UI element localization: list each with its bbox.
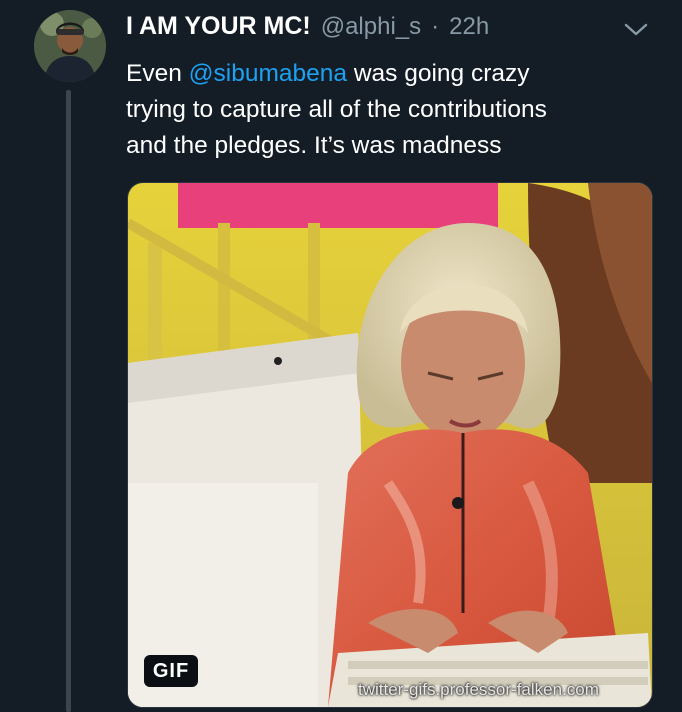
gif-badge: GIF — [144, 655, 198, 687]
chevron-down-icon[interactable] — [622, 20, 650, 40]
thread-line — [66, 90, 71, 712]
gif-frame — [128, 183, 652, 707]
user-handle[interactable]: @alphi_s — [321, 13, 421, 41]
tweet-text-line-2: trying to capture all of the contributio… — [126, 96, 547, 123]
tweet-text: Even @sibumabena was going crazy trying … — [126, 56, 646, 164]
mention-link[interactable]: @sibumabena — [189, 60, 347, 87]
gif-source-label: twitter-gifs.professor-falken.com — [358, 680, 599, 699]
display-name[interactable]: I AM YOUR MC! — [126, 12, 311, 41]
text-prefix: Even — [126, 60, 189, 87]
gif-media[interactable] — [127, 182, 653, 708]
tweet-text-line-1: Even @sibumabena was going crazy — [126, 56, 646, 92]
tweet: I AM YOUR MC! @alphi_s · 22h Even @sibum… — [0, 0, 682, 712]
avatar[interactable] — [34, 10, 106, 82]
avatar-image — [34, 10, 106, 82]
tweet-text-line-3: and the pledges. It’s was madness — [126, 132, 502, 159]
text-suffix: was going crazy — [347, 60, 530, 87]
tweet-header: I AM YOUR MC! @alphi_s · 22h — [126, 12, 489, 44]
timestamp[interactable]: 22h — [449, 13, 489, 41]
separator-dot: · — [431, 13, 440, 40]
